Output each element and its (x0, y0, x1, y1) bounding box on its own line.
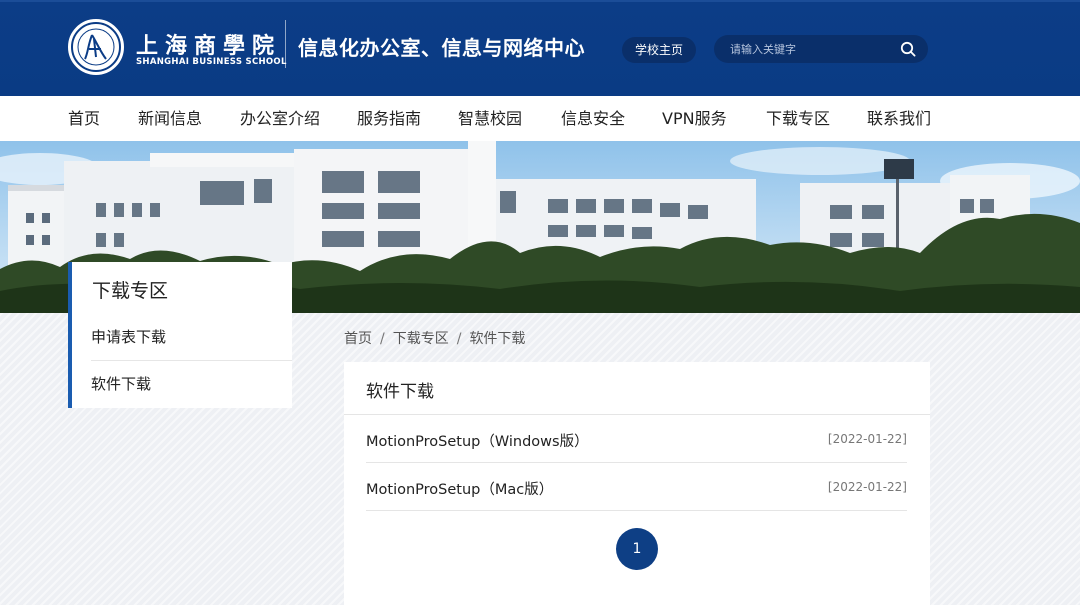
sidebar-item-software[interactable]: 软件下载 (91, 361, 292, 408)
sidebar: 下载专区 申请表下载 软件下载 (68, 262, 292, 408)
list-item: MotionProSetup（Windows版） [2022-01-22] (366, 415, 907, 463)
nav-item-news[interactable]: 新闻信息 (138, 96, 202, 141)
school-name-en: SHANGHAI BUSINESS SCHOOL (136, 57, 287, 67)
office-title: 信息化办公室、信息与网络中心 (298, 36, 585, 60)
content-card: 软件下载 MotionProSetup（Windows版） [2022-01-2… (344, 362, 930, 605)
header-divider (285, 20, 286, 68)
download-link[interactable]: MotionProSetup（Windows版） (366, 430, 589, 451)
nav-item-vpn[interactable]: VPN服务 (662, 96, 727, 141)
nav-item-home[interactable]: 首页 (68, 96, 100, 141)
download-link[interactable]: MotionProSetup（Mac版） (366, 478, 553, 499)
breadcrumb-downloads[interactable]: 下载专区 (393, 331, 449, 347)
school-logo[interactable] (68, 19, 124, 75)
breadcrumb-separator: / (456, 331, 462, 347)
breadcrumb-separator: / (380, 331, 385, 347)
nav-item-service-guide[interactable]: 服务指南 (357, 96, 421, 141)
publish-date: [2022-01-22] (827, 480, 907, 494)
school-seal-icon (71, 22, 121, 72)
search-input[interactable] (730, 35, 890, 63)
content-title: 软件下载 (366, 382, 434, 402)
sidebar-title: 下载专区 (92, 280, 169, 302)
site-header: 上海商學院 SHANGHAI BUSINESS SCHOOL 信息化办公室、信息… (0, 0, 1080, 96)
nav-item-smart-campus[interactable]: 智慧校园 (458, 96, 522, 141)
breadcrumb-home[interactable]: 首页 (344, 331, 372, 347)
publish-date: [2022-01-22] (827, 432, 907, 446)
nav-item-contact[interactable]: 联系我们 (867, 96, 931, 141)
search-box (714, 35, 928, 63)
main-nav: 首页 新闻信息 办公室介绍 服务指南 智慧校园 信息安全 VPN服务 下载专区 … (0, 96, 1080, 141)
search-icon[interactable] (900, 41, 916, 57)
nav-item-security[interactable]: 信息安全 (561, 96, 625, 141)
sidebar-item-forms[interactable]: 申请表下载 (91, 314, 292, 361)
school-home-button[interactable]: 学校主页 (622, 37, 696, 63)
pagination-page-button[interactable]: 1 (616, 528, 658, 570)
school-name-cn: 上海商學院 (136, 33, 282, 59)
list-item: MotionProSetup（Mac版） [2022-01-22] (366, 463, 907, 511)
breadcrumb: 首页 / 下载专区 / 软件下载 (344, 328, 525, 348)
breadcrumb-current: 软件下载 (469, 331, 526, 347)
nav-item-downloads[interactable]: 下载专区 (766, 96, 830, 141)
nav-item-about[interactable]: 办公室介绍 (240, 96, 320, 141)
